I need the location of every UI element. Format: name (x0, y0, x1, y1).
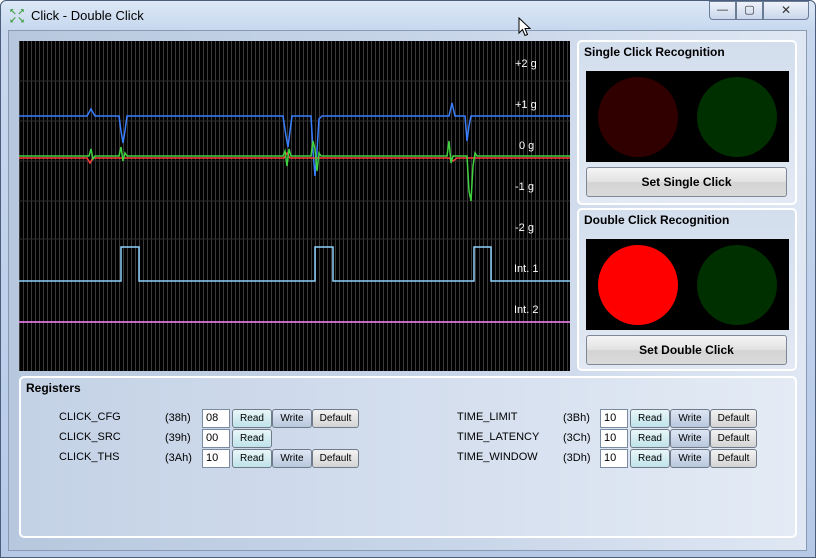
single-click-led-panel (586, 71, 789, 162)
registers-group: Registers CLICK_CFG (38h) 08 Read Write … (19, 376, 797, 538)
single-click-led-left (598, 77, 678, 157)
reg-addr-time-latency: (3Ch) (563, 432, 591, 444)
maximize-button[interactable]: ▢ (736, 1, 763, 20)
scale-label-plus1g: +1 g (515, 99, 537, 111)
z-axis-trace (19, 102, 570, 177)
scale-label-minus2g: -2 g (515, 222, 534, 234)
reg-addr-click-cfg: (38h) (165, 412, 191, 424)
registers-title: Registers (26, 381, 81, 395)
scale-label-0g: 0 g (519, 140, 535, 152)
time-window-read-button[interactable]: Read (630, 449, 670, 468)
time-latency-default-button[interactable]: Default (710, 429, 757, 448)
reg-addr-time-limit: (3Bh) (563, 412, 590, 424)
single-click-title: Single Click Recognition (584, 45, 725, 59)
reg-label-time-limit: TIME_LIMIT (457, 411, 518, 423)
reg-label-time-window: TIME_WINDOW (457, 451, 538, 463)
window-title: Click - Double Click (31, 8, 144, 23)
scale-label-int1: Int. 1 (514, 263, 539, 275)
acceleration-scope: +2 g +1 g 0 g -1 g -2 g Int. 1 Int. 2 (19, 41, 570, 371)
time-window-default-button[interactable]: Default (710, 449, 757, 468)
mouse-cursor-icon (518, 17, 532, 37)
reg-label-time-latency: TIME_LATENCY (457, 431, 540, 443)
minimize-button[interactable]: — (709, 1, 736, 20)
double-click-group: Double Click Recognition Set Double Clic… (577, 208, 797, 371)
scale-label-minus1g: -1 g (515, 181, 534, 193)
reg-label-click-ths: CLICK_THS (59, 451, 120, 463)
single-click-led-right (697, 77, 777, 157)
set-double-click-button[interactable]: Set Double Click (586, 335, 787, 365)
int1-trace (19, 246, 570, 282)
reg-label-click-src: CLICK_SRC (59, 431, 121, 443)
reg-label-click-cfg: CLICK_CFG (59, 411, 121, 423)
time-limit-read-button[interactable]: Read (630, 409, 670, 428)
click-ths-write-button[interactable]: Write (272, 449, 312, 468)
time-limit-write-button[interactable]: Write (670, 409, 710, 428)
set-single-click-button[interactable]: Set Single Click (586, 167, 787, 197)
time-latency-write-button[interactable]: Write (670, 429, 710, 448)
click-src-read-button[interactable]: Read (232, 429, 272, 448)
single-click-group: Single Click Recognition Set Single Clic… (577, 40, 797, 205)
reg-addr-time-window: (3Dh) (563, 452, 591, 464)
click-ths-input[interactable]: 10 (202, 449, 230, 468)
double-click-led-panel (586, 239, 789, 330)
reg-addr-click-src: (39h) (165, 432, 191, 444)
time-limit-default-button[interactable]: Default (710, 409, 757, 428)
click-cfg-default-button[interactable]: Default (312, 409, 359, 428)
time-limit-input[interactable]: 10 (600, 409, 628, 428)
time-window-write-button[interactable]: Write (670, 449, 710, 468)
reg-addr-click-ths: (3Ah) (165, 452, 192, 464)
double-click-led-right (697, 245, 777, 325)
title-bar[interactable]: ↖ ↗ ↙ ↘ Click - Double Click — ▢ ✕ (1, 1, 815, 31)
close-button[interactable]: ✕ (763, 1, 809, 20)
scope-traces (19, 80, 570, 323)
time-window-input[interactable]: 10 (600, 449, 628, 468)
app-grid-icon: ↖ ↗ ↙ ↘ (9, 7, 25, 25)
click-cfg-write-button[interactable]: Write (272, 409, 312, 428)
click-cfg-read-button[interactable]: Read (232, 409, 272, 428)
click-cfg-input[interactable]: 08 (202, 409, 230, 428)
time-latency-read-button[interactable]: Read (630, 429, 670, 448)
scale-label-int2: Int. 2 (514, 304, 539, 316)
double-click-title: Double Click Recognition (584, 213, 730, 227)
scale-label-plus2g: +2 g (515, 58, 537, 70)
click-ths-read-button[interactable]: Read (232, 449, 272, 468)
y-axis-trace (19, 140, 570, 202)
double-click-led-left (598, 245, 678, 325)
time-latency-input[interactable]: 10 (600, 429, 628, 448)
click-ths-default-button[interactable]: Default (312, 449, 359, 468)
click-src-input[interactable]: 00 (202, 429, 230, 448)
